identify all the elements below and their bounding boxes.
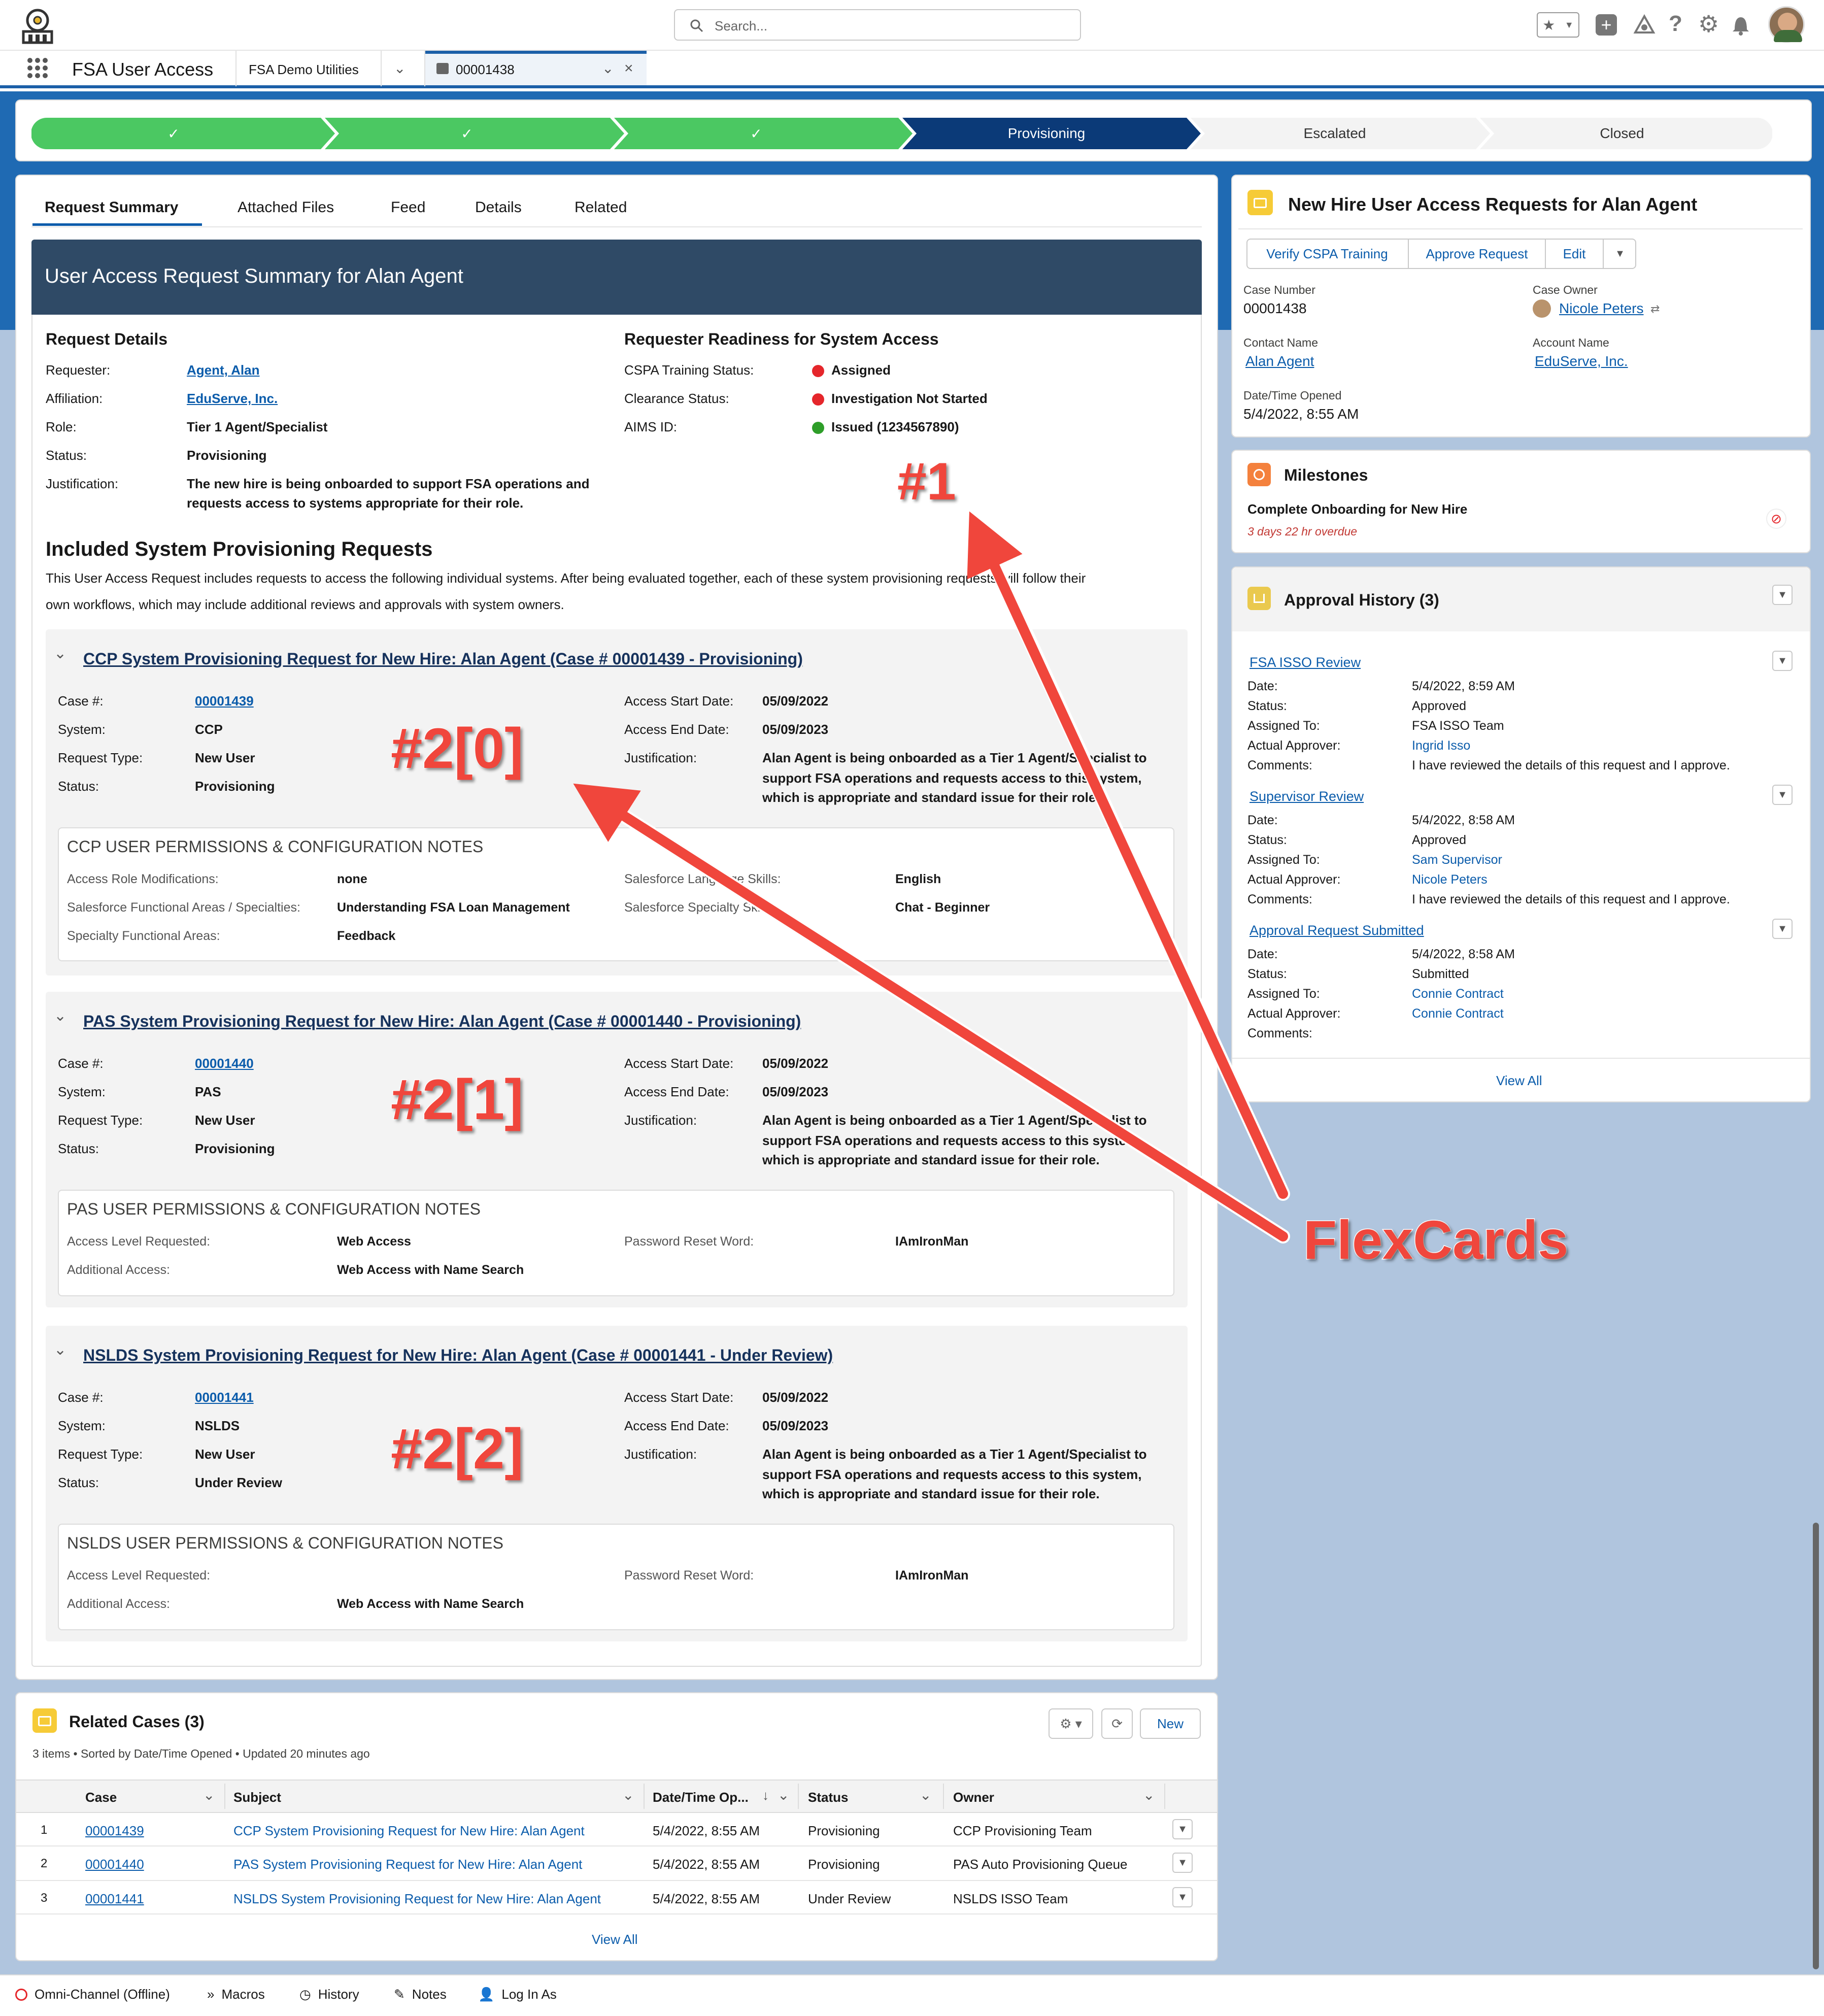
annotation-label-2-1: #2[1] <box>390 1067 524 1132</box>
utility-log-in-as[interactable]: 👤 Log In As <box>478 1987 557 2002</box>
utility-label: History <box>318 1987 359 2002</box>
utility-macros[interactable]: » Macros <box>207 1987 265 2002</box>
annotation-label-2-0: #2[0] <box>390 716 524 781</box>
utility-label: Notes <box>412 1987 447 2002</box>
macros-icon: » <box>207 1987 215 2002</box>
user-icon: 👤 <box>478 1987 495 2002</box>
history-icon: ◷ <box>299 1987 311 2002</box>
utility-label: Omni-Channel (Offline) <box>35 1987 170 2002</box>
scrollbar[interactable] <box>1813 1523 1819 1969</box>
utility-omni-channel[interactable]: Omni-Channel (Offline) <box>15 1987 170 2002</box>
utility-label: Macros <box>221 1987 265 2002</box>
utility-label: Log In As <box>501 1987 557 2002</box>
arrow-to-flexcard-2 <box>573 783 1290 1244</box>
utility-history[interactable]: ◷ History <box>299 1987 359 2002</box>
annotation-arrows <box>573 511 1290 1244</box>
annotation-label-flexcards: FlexCards <box>1302 1208 1569 1271</box>
utility-notes[interactable]: ✎ Notes <box>394 1987 447 2002</box>
notes-icon: ✎ <box>394 1987 405 2002</box>
arrow-to-flexcard-1 <box>967 511 1290 1201</box>
offline-status-icon <box>15 1988 27 2001</box>
utility-bar: Omni-Channel (Offline) » Macros ◷ Histor… <box>0 1974 1824 2016</box>
annotation-label-2-2: #2[2] <box>390 1417 524 1482</box>
annotation-label-1: #1 <box>897 452 957 512</box>
